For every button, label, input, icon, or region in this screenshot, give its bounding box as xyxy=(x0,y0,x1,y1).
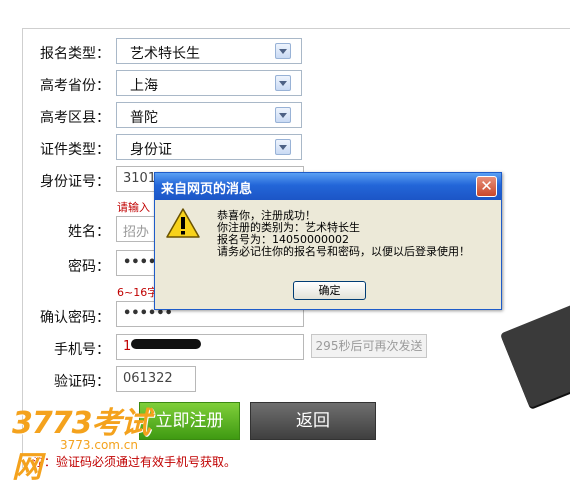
back-button[interactable]: 返回 xyxy=(250,402,376,440)
id-type-value: 身份证 xyxy=(130,142,172,158)
code-label: 验证码： xyxy=(54,374,110,390)
resend-code-button[interactable]: 295秒后可再次发送 xyxy=(311,334,427,358)
name-label: 姓名： xyxy=(68,224,110,240)
chevron-down-icon[interactable] xyxy=(275,107,291,123)
code-input[interactable]: 061322 xyxy=(116,366,196,392)
message-dialog: 来自网页的消息 ✕ 恭喜你，注册成功！ 你注册的类别为：艺术特长生 报名号为：1… xyxy=(154,172,502,310)
name-placeholder: 招办 xyxy=(123,225,150,240)
submit-button[interactable]: 立即注册 xyxy=(139,402,240,440)
province-label: 高考省份： xyxy=(40,78,110,94)
code-value: 061322 xyxy=(123,371,173,386)
confirm-password-label: 确认密码： xyxy=(40,310,110,326)
district-label: 高考区县： xyxy=(40,110,110,126)
phone-redaction xyxy=(131,339,201,349)
password-label: 密码： xyxy=(68,259,110,275)
id-number-hint: 请输入 xyxy=(117,201,150,214)
chevron-down-icon[interactable] xyxy=(275,75,291,91)
id-type-select[interactable]: 身份证 xyxy=(116,134,302,160)
dialog-line: 请务必记住你的报名号和密码，以便以后登录使用！ xyxy=(217,245,470,258)
ok-button[interactable]: 确定 xyxy=(293,281,366,300)
province-select[interactable]: 上海 xyxy=(116,70,302,96)
warning-icon xyxy=(166,208,200,238)
dialog-titlebar[interactable]: 来自网页的消息 ✕ xyxy=(155,173,501,200)
close-icon[interactable]: ✕ xyxy=(476,176,497,197)
id-number-label: 身份证号： xyxy=(40,174,110,190)
phone-value: 1 xyxy=(123,339,132,354)
id-type-label: 证件类型： xyxy=(40,142,110,158)
province-value: 上海 xyxy=(130,78,158,94)
reg-type-select[interactable]: 艺术特长生 xyxy=(116,38,302,64)
district-value: 普陀 xyxy=(130,110,158,126)
chevron-down-icon[interactable] xyxy=(275,139,291,155)
chevron-down-icon[interactable] xyxy=(275,43,291,59)
password-hint: 6~16字 xyxy=(117,286,159,299)
password-value: •••• xyxy=(123,255,157,270)
reg-type-label: 报名类型： xyxy=(40,46,110,62)
district-select[interactable]: 普陀 xyxy=(116,102,302,128)
dialog-title: 来自网页的消息 xyxy=(161,182,253,197)
reg-type-value: 艺术特长生 xyxy=(130,46,200,62)
id-number-value: 3101 xyxy=(123,171,157,186)
verification-note: 注：验证码必须通过有效手机号获取。 xyxy=(32,455,237,469)
phone-label: 手机号： xyxy=(54,342,110,358)
dialog-message: 恭喜你，注册成功！ 你注册的类别为：艺术特长生 报名号为：14050000002… xyxy=(217,210,470,258)
